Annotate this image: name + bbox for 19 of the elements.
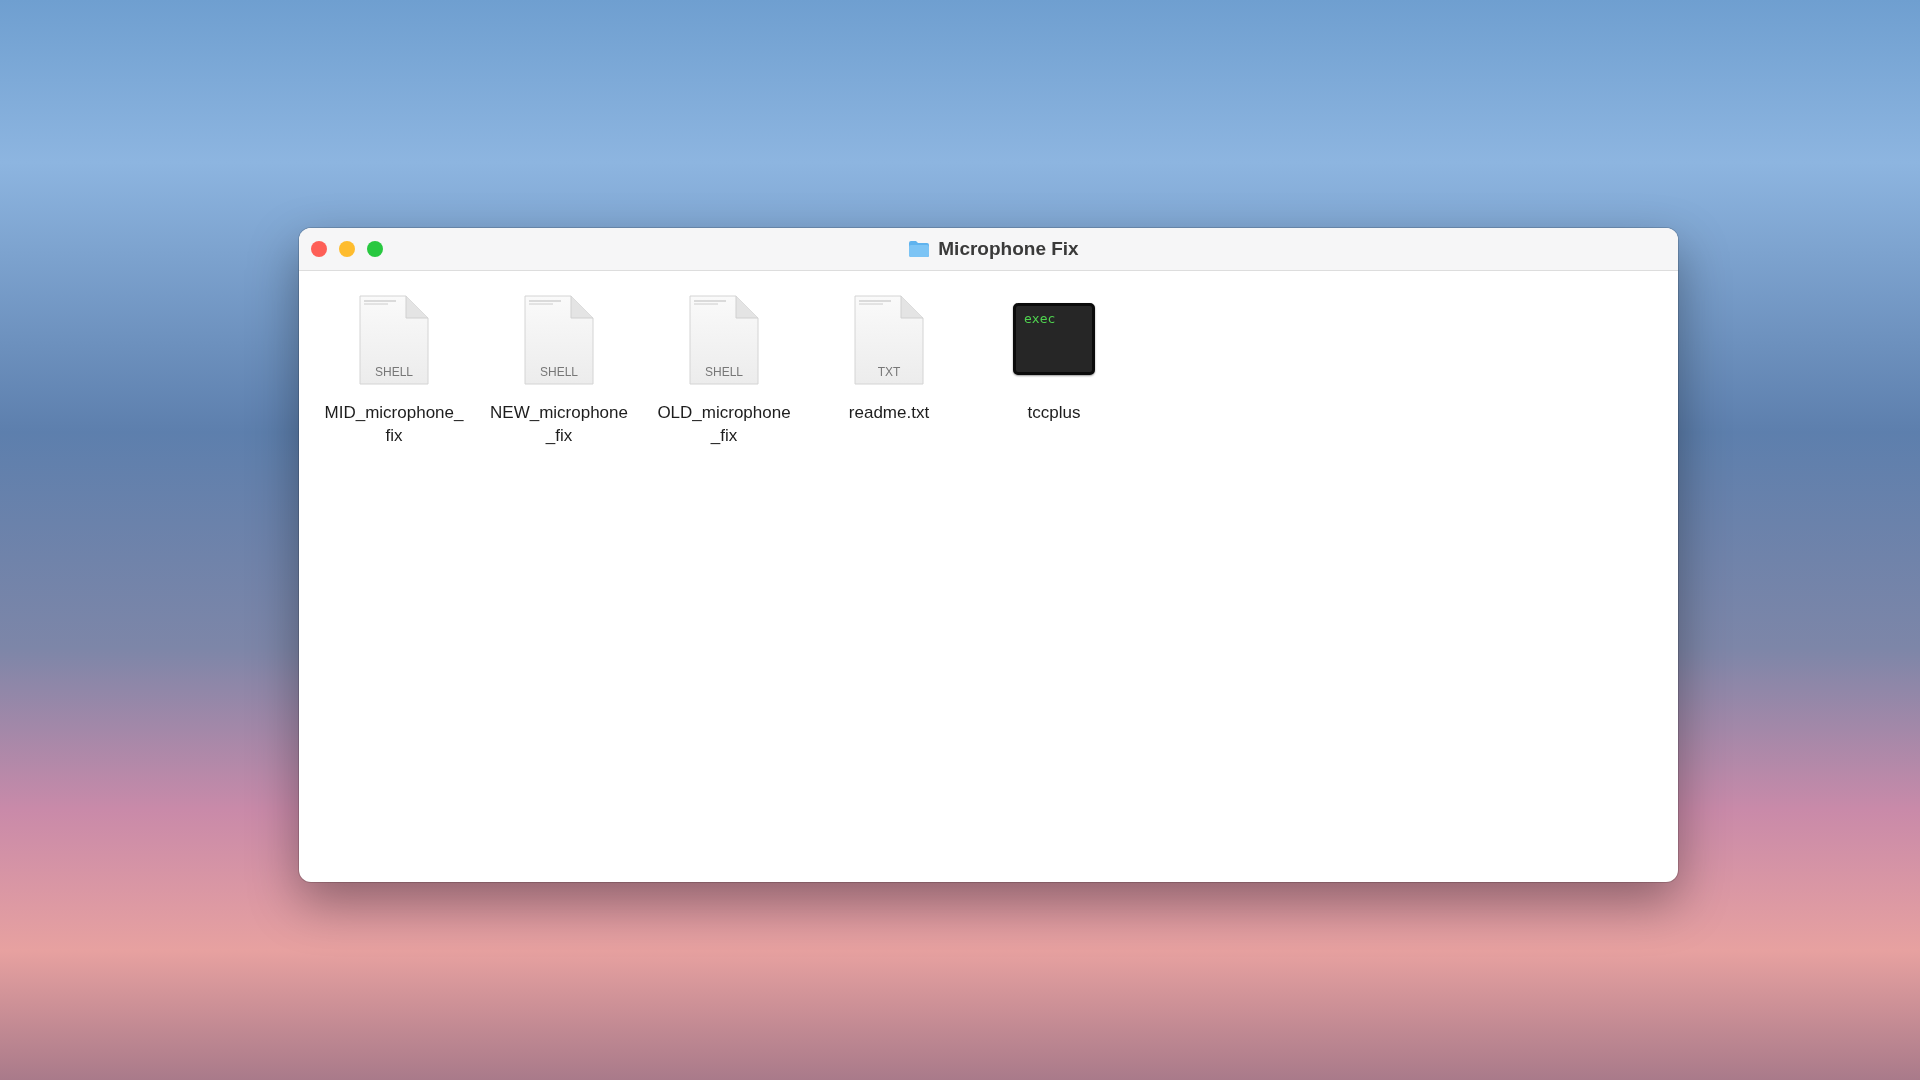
minimize-button[interactable] (339, 241, 355, 257)
file-name[interactable]: MID_microphone_fix (324, 401, 464, 447)
file-name[interactable]: readme.txt (819, 401, 959, 424)
file-type-label: SHELL (705, 365, 743, 379)
document-icon (358, 295, 430, 387)
zoom-button[interactable] (367, 241, 383, 257)
document-icon (523, 295, 595, 387)
file-name[interactable]: tccplus (984, 401, 1124, 424)
window-title: Microphone Fix (938, 238, 1079, 260)
folder-icon (908, 240, 931, 258)
file-name[interactable]: NEW_microphone_fix (489, 401, 629, 447)
document-icon (853, 295, 925, 387)
file-name[interactable]: OLD_microphone_fix (654, 401, 794, 447)
file-type-label: TXT (877, 365, 901, 379)
file-type-label: SHELL (375, 365, 413, 379)
file-type-label: exec (1024, 311, 1056, 326)
file-type-label: SHELL (540, 365, 578, 379)
document-icon (688, 295, 760, 387)
close-button[interactable] (311, 241, 327, 257)
